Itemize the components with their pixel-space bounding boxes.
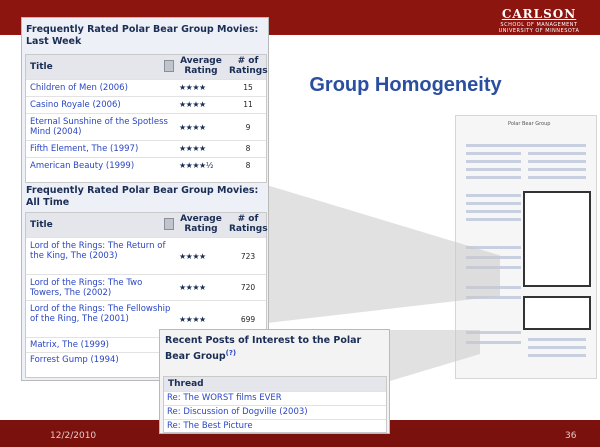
table-row: Casino Royale (2006) ★★★★ 11 (26, 96, 266, 113)
table-row: Lord of the Rings: The Two Towers, The (… (26, 274, 266, 300)
movie-link[interactable]: Casino Royale (2006) (30, 100, 121, 110)
post-link[interactable]: Re: Discussion of Dogville (2003) (164, 405, 386, 419)
rating-count: 720 (240, 283, 256, 292)
rating-image-icon (164, 218, 174, 230)
movie-link[interactable]: Lord of the Rings: The Fellowship of the… (30, 304, 175, 324)
table-row: Children of Men (2006) ★★★★ 15 (26, 79, 266, 96)
col-num-ratings: # of Ratings (229, 56, 268, 76)
star-rating: ★★★★ (179, 315, 206, 324)
movie-link[interactable]: American Beauty (1999) (30, 161, 134, 171)
movie-link[interactable]: Lord of the Rings: The Two Towers, The (… (30, 278, 170, 298)
movies-panel: Frequently Rated Polar Bear Group Movies… (21, 17, 269, 381)
movie-link[interactable]: Lord of the Rings: The Return of the Kin… (30, 241, 170, 261)
star-rating: ★★★★ (179, 123, 206, 132)
rating-count: 15 (243, 83, 253, 92)
movie-link[interactable]: Eternal Sunshine of the Spotless Mind (2… (30, 117, 170, 137)
col-title: Title (30, 62, 53, 72)
col-average-rating: Average Rating (180, 56, 222, 76)
col-title: Title (30, 220, 53, 230)
thumbnail-highlight-movies (523, 191, 591, 287)
table-row: Lord of the Rings: The Return of the Kin… (26, 237, 266, 274)
rating-image-icon (164, 60, 174, 72)
star-rating: ★★★★ (179, 83, 206, 92)
rating-count: 8 (245, 161, 251, 170)
slide-footer: 12/2/2010 36 (0, 425, 600, 447)
recent-posts-title: Recent Posts of Interest to the Polar Be… (165, 335, 362, 363)
star-rating: ★★★★ (179, 144, 206, 153)
post-link[interactable]: Re: The WORST films EVER (164, 391, 386, 405)
rating-count: 699 (240, 315, 256, 324)
slide-date: 12/2/2010 (50, 431, 97, 441)
rating-count: 9 (245, 123, 251, 132)
table-header: Title Average Rating # of Ratings (26, 213, 268, 237)
logo-university: UNIVERSITY OF MINNESOTA (498, 28, 580, 34)
star-rating: ★★★★ (179, 283, 206, 292)
help-link[interactable]: (?) (226, 349, 236, 357)
movie-link[interactable]: Forrest Gump (1994) (30, 355, 119, 365)
last-week-table: Title Average Rating # of Ratings Childr… (25, 54, 268, 183)
recent-posts-heading: Recent Posts of Interest to the Polar Be… (165, 335, 385, 363)
thumbnail-title: Polar Bear Group (508, 121, 551, 127)
slide-heading: Group Homogeneity (283, 62, 528, 108)
movie-link[interactable]: Fifth Element, The (1997) (30, 144, 138, 154)
table-header: Title Average Rating # of Ratings (26, 55, 268, 79)
rating-count: 8 (245, 144, 251, 153)
table-row: Eternal Sunshine of the Spotless Mind (2… (26, 113, 266, 140)
movie-link[interactable]: Children of Men (2006) (30, 83, 128, 93)
col-average-rating: Average Rating (180, 214, 222, 234)
rating-count: 723 (240, 252, 256, 261)
star-rating: ★★★★ (179, 100, 206, 109)
all-time-heading: Frequently Rated Polar Bear Group Movies… (26, 185, 259, 208)
last-week-heading: Frequently Rated Polar Bear Group Movies… (26, 24, 259, 47)
movie-link[interactable]: Matrix, The (1999) (30, 340, 109, 350)
logo-name: CARLSON (501, 7, 577, 21)
table-row: American Beauty (1999) ★★★★½ 8 (26, 157, 266, 174)
star-rating: ★★★★½ (179, 161, 213, 170)
col-num-ratings: # of Ratings (229, 214, 268, 234)
thread-header: Thread (164, 377, 386, 391)
star-rating: ★★★★ (179, 252, 206, 261)
thumbnail-highlight-posts (523, 296, 591, 330)
rating-count: 11 (243, 100, 253, 109)
slide-number: 36 (565, 431, 577, 441)
table-row: Fifth Element, The (1997) ★★★★ 8 (26, 140, 266, 157)
recent-posts-panel: Recent Posts of Interest to the Polar Be… (159, 329, 390, 434)
